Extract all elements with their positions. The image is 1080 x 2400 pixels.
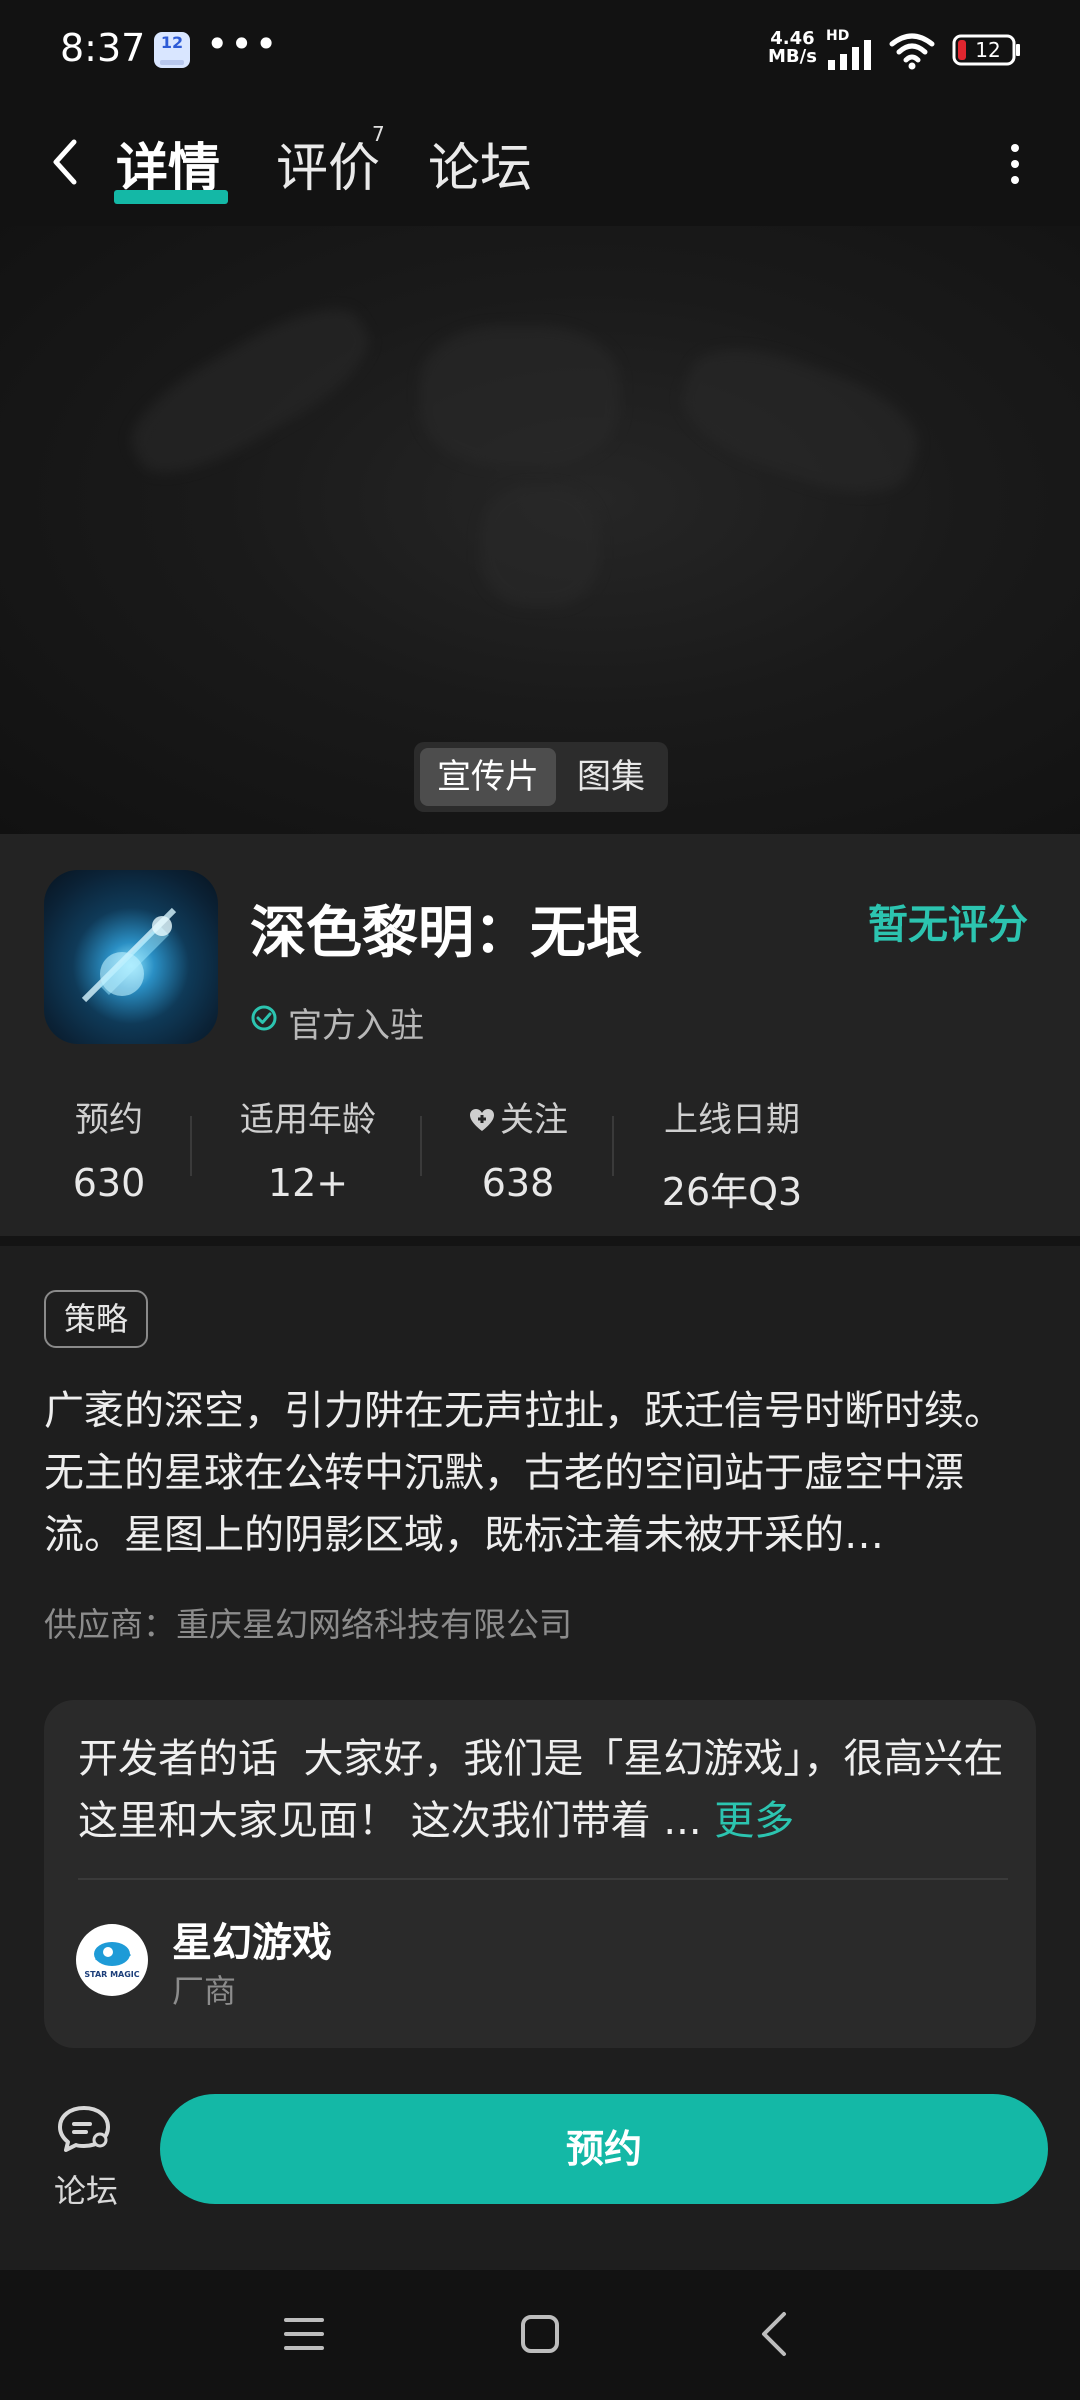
more-options-icon[interactable] bbox=[1000, 136, 1030, 192]
review-count-badge: 7 bbox=[372, 122, 385, 146]
forum-label[interactable]: 论坛 bbox=[54, 2166, 118, 2212]
back-arrow-icon[interactable] bbox=[46, 130, 86, 194]
stat-reservations: 预约 630 bbox=[44, 1092, 174, 1205]
game-app-icon bbox=[44, 870, 218, 1044]
supplier-info: 供应商：重庆星幻网络科技有限公司 bbox=[44, 1605, 572, 1644]
developer-note: 开发者的话 大家好，我们是「星幻游戏」，很高兴在这里和大家见面！ 这次我们带着 … bbox=[78, 1728, 1008, 1852]
gallery-tab[interactable]: 图集 bbox=[560, 748, 662, 806]
system-back-icon[interactable] bbox=[760, 2310, 788, 2358]
developer-avatar[interactable]: STAR MAGIC bbox=[76, 1924, 148, 1996]
stat-value: 12+ bbox=[267, 1161, 349, 1205]
recent-apps-icon[interactable] bbox=[284, 2314, 324, 2354]
game-info-section: 深色黎明：无垠 官方入驻 暂无评分 预约 630 适用年龄 12+ 关注 638… bbox=[0, 834, 1080, 1236]
developer-note-more-link[interactable]: 更多 bbox=[714, 1798, 794, 1844]
status-bar: 8:37 12 ••• 4.46 MB/s HD 12 bbox=[0, 0, 1080, 100]
developer-avatar-text: STAR MAGIC bbox=[84, 1970, 140, 1979]
rating-status[interactable]: 暂无评分 bbox=[868, 892, 1028, 950]
notification-app-icon: 12 bbox=[154, 32, 190, 68]
stat-value: 638 bbox=[481, 1161, 555, 1205]
developer-role: 厂商 bbox=[172, 1972, 237, 2010]
home-icon[interactable] bbox=[520, 2314, 560, 2354]
game-title: 深色黎明：无垠 bbox=[250, 901, 642, 966]
more-notifications-icon: ••• bbox=[206, 22, 280, 66]
card-divider bbox=[78, 1878, 1008, 1880]
reserve-button[interactable]: 预约 bbox=[160, 2094, 1048, 2204]
notification-app-badge: 12 bbox=[160, 33, 184, 52]
official-badge-label: 官方入驻 bbox=[288, 1006, 424, 1046]
stat-label: 适用年龄 bbox=[240, 1100, 376, 1140]
heart-plus-icon bbox=[470, 1109, 494, 1131]
stat-divider bbox=[420, 1116, 422, 1176]
tab-forum[interactable]: 论坛 bbox=[428, 126, 532, 201]
stat-age-rating: 适用年龄 12+ bbox=[226, 1092, 390, 1205]
developer-card[interactable]: 开发者的话 大家好，我们是「星幻游戏」，很高兴在这里和大家见面！ 这次我们带着 … bbox=[44, 1700, 1036, 2048]
stat-divider bbox=[612, 1116, 614, 1176]
stat-label: 预约 bbox=[75, 1100, 143, 1140]
developer-name[interactable]: 星幻游戏 bbox=[172, 1910, 332, 1968]
stat-followers[interactable]: 关注 638 bbox=[454, 1092, 582, 1205]
stat-label-row: 关注 bbox=[454, 1092, 582, 1141]
network-speed: 4.46 MB/s bbox=[768, 30, 817, 66]
stat-label: 上线日期 bbox=[664, 1100, 800, 1140]
media-toggle: 宣传片 图集 bbox=[414, 742, 668, 812]
status-time: 8:37 bbox=[60, 26, 146, 70]
developer-note-label: 开发者的话 bbox=[78, 1736, 278, 1782]
network-speed-unit: MB/s bbox=[768, 46, 817, 67]
verified-check-icon bbox=[251, 1005, 277, 1031]
promo-video-banner[interactable]: 宣传片 图集 bbox=[0, 226, 1080, 834]
section-divider bbox=[0, 1236, 1080, 1246]
tab-active-indicator bbox=[114, 190, 228, 204]
wifi-icon bbox=[889, 33, 935, 70]
signal-icon bbox=[828, 40, 871, 70]
stat-value: 26年Q3 bbox=[661, 1170, 803, 1214]
game-description[interactable]: 广袤的深空，引力阱在无声拉扯，跃迁信号时断时续。无主的星球在公转中沉默，古老的空… bbox=[44, 1380, 1040, 1570]
stat-label: 关注 bbox=[500, 1100, 568, 1140]
system-navigation-bar bbox=[0, 2270, 1080, 2400]
stat-release-date: 上线日期 26年Q3 bbox=[646, 1092, 818, 1216]
stat-value: 630 bbox=[72, 1161, 146, 1205]
stat-divider bbox=[190, 1116, 192, 1176]
battery-level: 12 bbox=[975, 38, 1001, 62]
top-nav: 详情 评价 7 论坛 bbox=[0, 100, 1080, 226]
promo-video-tab[interactable]: 宣传片 bbox=[420, 748, 556, 806]
forum-chat-icon[interactable] bbox=[56, 2104, 112, 2154]
genre-tag[interactable]: 策略 bbox=[44, 1290, 149, 1348]
tab-review[interactable]: 评价 bbox=[276, 126, 380, 201]
